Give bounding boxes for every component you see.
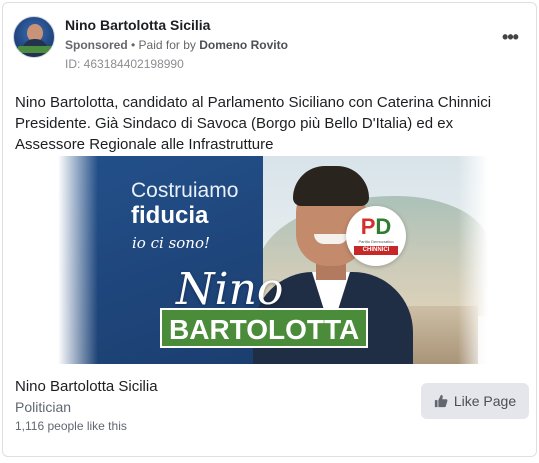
footer-category: Politician <box>15 399 72 415</box>
fade-right <box>458 156 488 364</box>
sponsored-line: Sponsored • Paid for by Domeno Rovito <box>65 38 288 52</box>
creative-slogan: io ci sono! <box>132 234 211 252</box>
party-logo-mark: PD <box>360 214 392 239</box>
fade-left <box>58 156 98 364</box>
creative-headline-2: fiducia <box>131 202 209 229</box>
avatar-tag <box>18 46 52 53</box>
footer-page-title[interactable]: Nino Bartolotta Sicilia <box>15 378 158 395</box>
post-header: Nino Bartolotta Sicilia Sponsored • Paid… <box>13 13 526 71</box>
payer-name[interactable]: Domeno Rovito <box>199 38 288 52</box>
portrait-smile <box>314 234 348 244</box>
ad-id: ID: 463184402198990 <box>65 57 184 71</box>
party-logo: PD Partito Democratico CHINNICI <box>346 206 406 266</box>
party-logo-band: CHINNICI <box>354 246 398 255</box>
post-text: Nino Bartolotta, candidato al Parlamento… <box>15 94 492 153</box>
creative-headline-1: Costruiamo <box>131 179 239 202</box>
ad-card: Nino Bartolotta Sicilia Sponsored • Paid… <box>2 2 537 457</box>
thumbs-up-icon <box>434 394 448 408</box>
footer-like-count: 1,116 people like this <box>15 419 127 433</box>
page-name-link[interactable]: Nino Bartolotta Sicilia <box>65 17 210 33</box>
like-page-label: Like Page <box>453 393 517 409</box>
party-logo-subtitle: Partito Democratico <box>358 239 394 244</box>
sponsored-label: Sponsored <box>65 38 128 52</box>
meta-separator: • <box>127 38 139 52</box>
creative-last-name: BARTOLOTTA <box>160 308 369 348</box>
ad-creative-image[interactable]: Costruiamo fiducia io ci sono! PD Partit… <box>58 156 488 364</box>
more-options-icon[interactable]: ••• <box>498 28 522 53</box>
like-page-button[interactable]: Like Page <box>421 383 529 419</box>
page-avatar[interactable] <box>13 16 55 58</box>
portrait-hair <box>293 166 369 206</box>
paid-for-by-label: Paid for by <box>138 38 200 52</box>
